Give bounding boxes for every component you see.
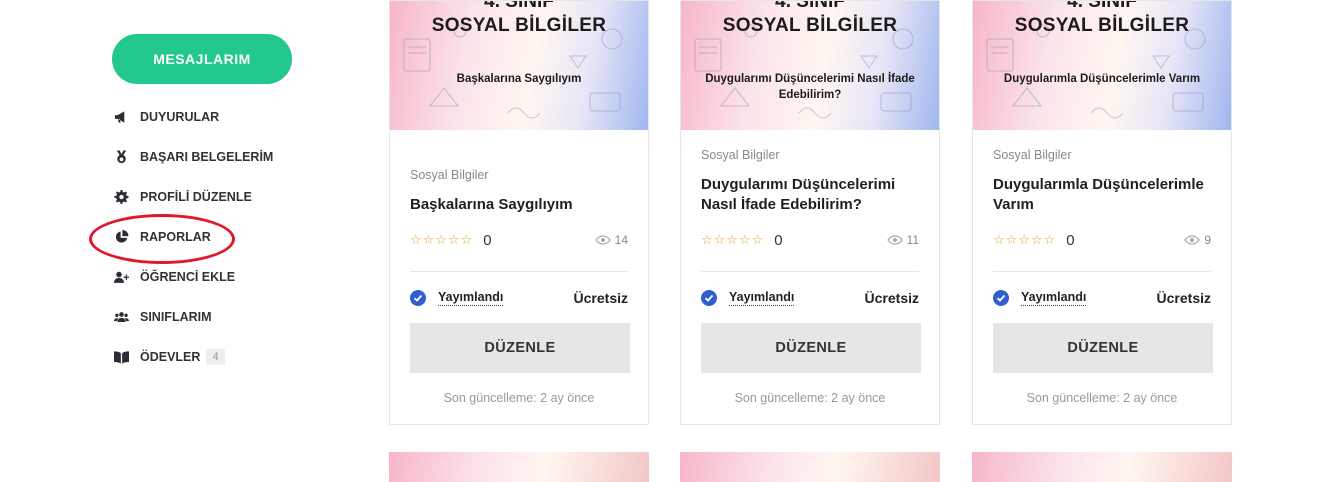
course-category: Sosyal Bilgiler [701,148,780,162]
megaphone-icon [112,110,130,124]
last-updated-text: Son güncelleme: 2 ay önce [1026,391,1178,405]
price-label: Ücretsiz [573,290,628,306]
course-card: 4. SINIF SOSYAL BİLGİLER Başkalarına Say… [389,0,649,425]
messages-button[interactable]: MESAJLARIM [112,34,292,84]
course-card: 4. SINIF SOSYAL BİLGİLER Duygularımı Düş… [680,0,940,425]
sidebar-item-label: BAŞARI BELGELERİM [140,150,274,164]
course-category: Sosyal Bilgiler [993,148,1072,162]
published-status[interactable]: Yayımlandı [729,290,795,306]
check-circle-icon [701,290,717,306]
view-count-value: 11 [906,233,919,247]
status-row: Yayımlandı Ücretsiz [410,287,628,309]
eye-icon [886,235,903,245]
course-card-thumbnail-peek [389,452,649,482]
view-count: 14 [594,233,628,247]
course-category: Sosyal Bilgiler [410,168,489,182]
sidebar-item-label: RAPORLAR [140,230,211,244]
published-status[interactable]: Yayımlandı [1021,290,1087,306]
last-updated-text: Son güncelleme: 2 ay önce [443,391,595,405]
edit-button[interactable]: DÜZENLE [410,323,630,373]
thumbnail-topic-text: Başkalarına Saygılıyım [456,73,582,85]
sidebar-item-homework[interactable]: ÖDEVLER 4 [112,337,273,377]
course-title[interactable]: Duygularımı Düşüncelerimi Nasıl İfade Ed… [701,175,921,215]
rating-row: ☆☆☆☆☆ 0 11 [701,230,919,250]
thumbnail-grade-text: 4. SINIF [775,1,845,12]
thumbnail-subject-text: SOSYAL BİLGİLER [431,15,607,36]
eye-icon [594,235,611,245]
card-divider [993,271,1211,272]
homework-count-badge: 4 [206,349,225,365]
sidebar-item-label: PROFİLİ DÜZENLE [140,190,252,204]
price-label: Ücretsiz [1156,290,1211,306]
sidebar-item-certificates[interactable]: BAŞARI BELGELERİM [112,137,273,177]
published-status[interactable]: Yayımlandı [438,290,504,306]
view-count: 11 [886,233,919,247]
thumbnail-grade-text: 4. SINIF [1067,1,1137,12]
course-thumbnail[interactable]: 4. SINIF SOSYAL BİLGİLER Duygularımla Dü… [973,1,1231,130]
sidebar-item-reports[interactable]: RAPORLAR [112,217,273,257]
card-divider [410,271,628,272]
rating-row: ☆☆☆☆☆ 0 9 [993,230,1211,250]
eye-icon [1184,235,1201,245]
course-title[interactable]: Başkalarına Saygılıyım [410,195,630,215]
star-rating: ☆☆☆☆☆ [410,232,474,247]
sidebar-item-classes[interactable]: SINIFLARIM [112,297,273,337]
status-row: Yayımlandı Ücretsiz [993,287,1211,309]
sidebar-item-label: ÖDEVLER [140,350,201,364]
thumbnail-subject-text: SOSYAL BİLGİLER [1014,15,1190,36]
course-title[interactable]: Duygularımla Düşüncelerimle Varım [993,175,1213,215]
sidebar-item-add-student[interactable]: ÖĞRENCİ EKLE [112,257,273,297]
star-rating: ☆☆☆☆☆ [993,232,1057,247]
gear-icon [112,190,130,204]
sidebar-item-announcements[interactable]: DUYURULAR [112,97,273,137]
rating-row: ☆☆☆☆☆ 0 14 [410,230,628,250]
view-count-value: 14 [614,233,628,247]
sidebar-item-edit-profile[interactable]: PROFİLİ DÜZENLE [112,177,273,217]
sidebar-item-label: ÖĞRENCİ EKLE [140,270,236,284]
rating-value: 0 [1066,231,1075,249]
pie-chart-icon [112,230,130,244]
rating-value: 0 [774,231,783,249]
sidebar-item-label: SINIFLARIM [140,310,212,324]
rating-value: 0 [483,231,492,249]
last-updated-text: Son güncelleme: 2 ay önce [734,391,886,405]
user-plus-icon [112,270,130,284]
thumbnail-topic-text: Duygularımı Düşüncelerimi Nasıl İfade Ed… [705,73,915,101]
view-count-value: 9 [1204,233,1211,247]
check-circle-icon [410,290,426,306]
status-row: Yayımlandı Ücretsiz [701,287,919,309]
course-card-thumbnail-peek [972,452,1232,482]
price-label: Ücretsiz [864,290,919,306]
view-count: 9 [1184,233,1211,247]
card-divider [701,271,919,272]
edit-button[interactable]: DÜZENLE [701,323,921,373]
course-card: 4. SINIF SOSYAL BİLGİLER Duygularımla Dü… [972,0,1232,425]
course-card-thumbnail-peek [680,452,940,482]
edit-button[interactable]: DÜZENLE [993,323,1213,373]
star-rating: ☆☆☆☆☆ [701,232,765,247]
book-icon [112,350,130,364]
course-thumbnail[interactable]: 4. SINIF SOSYAL BİLGİLER Duygularımı Düş… [681,1,939,130]
course-thumbnail[interactable]: 4. SINIF SOSYAL BİLGİLER Başkalarına Say… [390,1,648,130]
check-circle-icon [993,290,1009,306]
medal-icon [112,150,130,164]
thumbnail-grade-text: 4. SINIF [484,1,554,12]
thumbnail-subject-text: SOSYAL BİLGİLER [722,15,898,36]
sidebar-item-label: DUYURULAR [140,110,220,124]
sidebar-menu: DUYURULAR BAŞARI BELGELERİM PROFİLİ DÜZE… [112,97,273,377]
users-icon [112,310,130,324]
thumbnail-topic-text: Duygularımla Düşüncelerimle Varım [1003,73,1201,85]
